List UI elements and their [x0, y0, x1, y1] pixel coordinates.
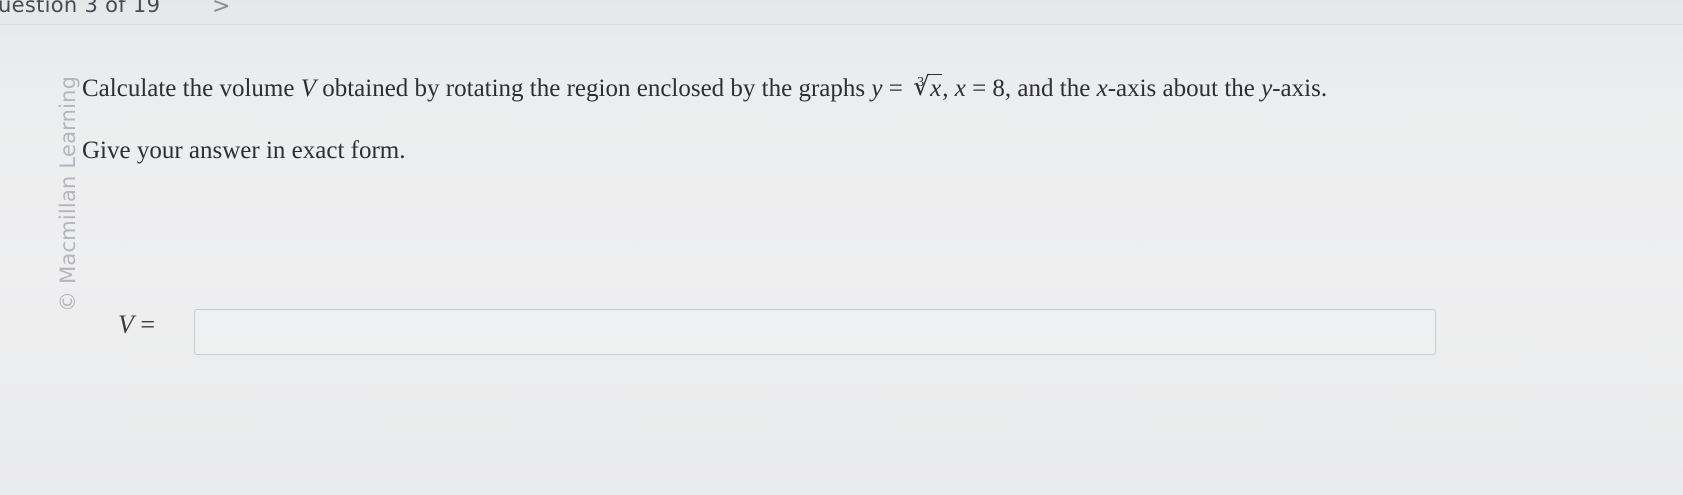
question-counter: uestion 3 of 19 [0, 0, 161, 17]
prompt-text: Calculate the volume [82, 75, 301, 102]
variable-v: V [300, 75, 316, 102]
prompt-text: -axis. [1272, 75, 1328, 102]
next-question-chevron-icon[interactable]: > [212, 0, 230, 19]
top-bar: uestion 3 of 19 > [0, 0, 1683, 24]
answer-label: V = [118, 310, 155, 340]
variable-y: y [871, 75, 883, 102]
prompt-text: = 8, and the [965, 75, 1097, 102]
variable-y: y [1261, 75, 1273, 102]
variable-x: x [1096, 75, 1108, 102]
answer-input[interactable] [194, 309, 1436, 355]
answer-equals: = [133, 310, 156, 339]
cube-root-expression: 3 √ x [911, 72, 943, 104]
radicand: x [929, 74, 943, 102]
prompt-text: -axis about the [1107, 75, 1262, 102]
variable-x: x [954, 75, 966, 102]
answer-variable: V [118, 310, 134, 339]
copyright-watermark: © Macmillan Learning [56, 75, 80, 312]
answer-instruction: Give your answer in exact form. [82, 137, 406, 164]
radical-sign: √ [913, 72, 930, 102]
prompt-text: , [942, 75, 955, 102]
question-prompt: Calculate the volume V obtained by rotat… [82, 72, 1328, 104]
prompt-text: obtained by rotating the region enclosed… [315, 75, 872, 102]
equals-sign: = [882, 75, 910, 102]
card-divider [0, 24, 1683, 25]
